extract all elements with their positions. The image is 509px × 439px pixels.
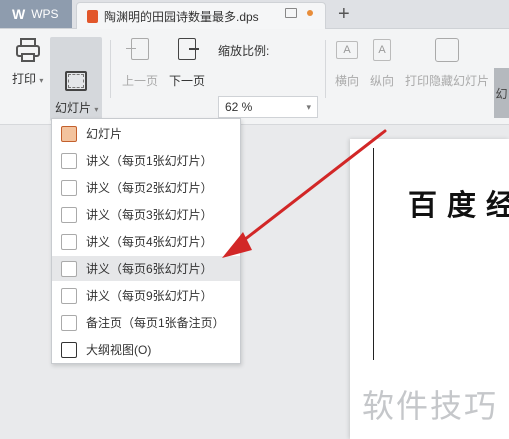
- menu-item-handout-4[interactable]: 讲义（每页4张幻灯片）: [52, 229, 240, 254]
- wps-home-tab[interactable]: W WPS: [0, 0, 72, 28]
- menu-item-label: 讲义（每页9张幻灯片）: [86, 289, 213, 303]
- portrait-button[interactable]: A 纵向: [370, 38, 394, 89]
- slide-icon: [61, 125, 77, 142]
- new-tab-button[interactable]: +: [338, 3, 350, 26]
- menu-item-label: 讲义（每页3张幻灯片）: [86, 208, 213, 222]
- overflow-slide-button[interactable]: 幻: [494, 68, 509, 118]
- menu-item-slides[interactable]: 幻灯片: [52, 121, 240, 146]
- portrait-label: 纵向: [370, 74, 395, 88]
- portrait-icon: A: [370, 38, 394, 62]
- handout-6-icon: [61, 260, 77, 277]
- landscape-label: 横向: [335, 74, 360, 88]
- toolbar-separator: [110, 40, 111, 98]
- page-heading-text: 百度经: [408, 188, 509, 222]
- unsaved-dot-icon: [307, 10, 313, 16]
- watermark-text: 软件技巧: [362, 388, 499, 424]
- menu-item-outline-view[interactable]: 大纲视图(O): [52, 337, 240, 362]
- zoom-select[interactable]: 62 % ▾: [218, 96, 318, 118]
- notes-page-icon: [61, 314, 77, 331]
- outline-view-icon: [61, 341, 77, 358]
- document-tab-title: 陶渊明的田园诗数量最多.dps: [104, 9, 259, 24]
- handout-1-icon: [61, 152, 77, 169]
- landscape-icon: A: [335, 38, 359, 62]
- zoom-label: 缩放比例:: [218, 44, 270, 58]
- slides-button[interactable]: 幻灯片 ▾: [50, 37, 102, 121]
- prev-page-label: 上一页: [122, 74, 159, 88]
- prev-page-button[interactable]: 上一页: [122, 38, 158, 89]
- print-button[interactable]: 打印 ▾: [12, 38, 43, 87]
- menu-item-label: 备注页（每页1张备注页）: [86, 316, 225, 330]
- print-hidden-slides-label: 打印隐藏幻灯片: [405, 74, 490, 88]
- handout-3-icon: [61, 206, 77, 223]
- next-page-button[interactable]: 下一页: [169, 38, 205, 89]
- next-page-icon: [175, 38, 199, 62]
- print-hidden-slides-button[interactable]: 打印隐藏幻灯片: [405, 38, 489, 89]
- menu-item-label: 幻灯片: [86, 127, 123, 141]
- menu-item-label: 讲义（每页2张幻灯片）: [86, 181, 213, 195]
- printer-icon: [15, 38, 40, 62]
- next-page-label: 下一页: [169, 74, 206, 88]
- menu-item-label: 讲义（每页6张幻灯片）: [86, 262, 213, 276]
- menu-item-handout-1[interactable]: 讲义（每页1张幻灯片）: [52, 148, 240, 173]
- slides-dropdown-menu: 幻灯片 讲义（每页1张幻灯片） 讲义（每页2张幻灯片） 讲义（每页3张幻灯片） …: [51, 118, 241, 364]
- menu-item-handout-3[interactable]: 讲义（每页3张幻灯片）: [52, 202, 240, 227]
- monitor-icon[interactable]: [285, 8, 297, 18]
- handout-9-icon: [61, 287, 77, 304]
- page-margin-line: [373, 148, 374, 360]
- print-label: 打印 ▾: [12, 72, 44, 86]
- menu-item-label: 讲义（每页4张幻灯片）: [86, 235, 213, 249]
- menu-item-handout-9[interactable]: 讲义（每页9张幻灯片）: [52, 283, 240, 308]
- wps-logo-icon: W: [12, 6, 26, 22]
- presentation-file-icon: [87, 9, 98, 23]
- tab-bar: W WPS 陶渊明的田园诗数量最多.dps +: [0, 0, 509, 29]
- menu-item-notes-page[interactable]: 备注页（每页1张备注页）: [52, 310, 240, 335]
- toolbar-separator: [325, 40, 326, 98]
- menu-item-handout-2[interactable]: 讲义（每页2张幻灯片）: [52, 175, 240, 200]
- menu-item-label: 讲义（每页1张幻灯片）: [86, 154, 213, 168]
- landscape-button[interactable]: A 横向: [335, 38, 359, 89]
- wps-tab-label: WPS: [31, 7, 59, 21]
- menu-item-handout-6[interactable]: 讲义（每页6张幻灯片）: [52, 256, 240, 281]
- prev-page-icon: [126, 38, 152, 62]
- overflow-slide-label: 幻: [495, 86, 508, 101]
- chevron-down-icon: ▾: [306, 101, 311, 112]
- hidden-slide-icon: [435, 38, 459, 62]
- menu-item-label: 大纲视图(O): [86, 343, 152, 357]
- zoom-value: 62 %: [225, 100, 253, 114]
- slides-label: 幻灯片 ▾: [55, 101, 99, 115]
- handout-4-icon: [61, 233, 77, 250]
- handout-2-icon: [61, 179, 77, 196]
